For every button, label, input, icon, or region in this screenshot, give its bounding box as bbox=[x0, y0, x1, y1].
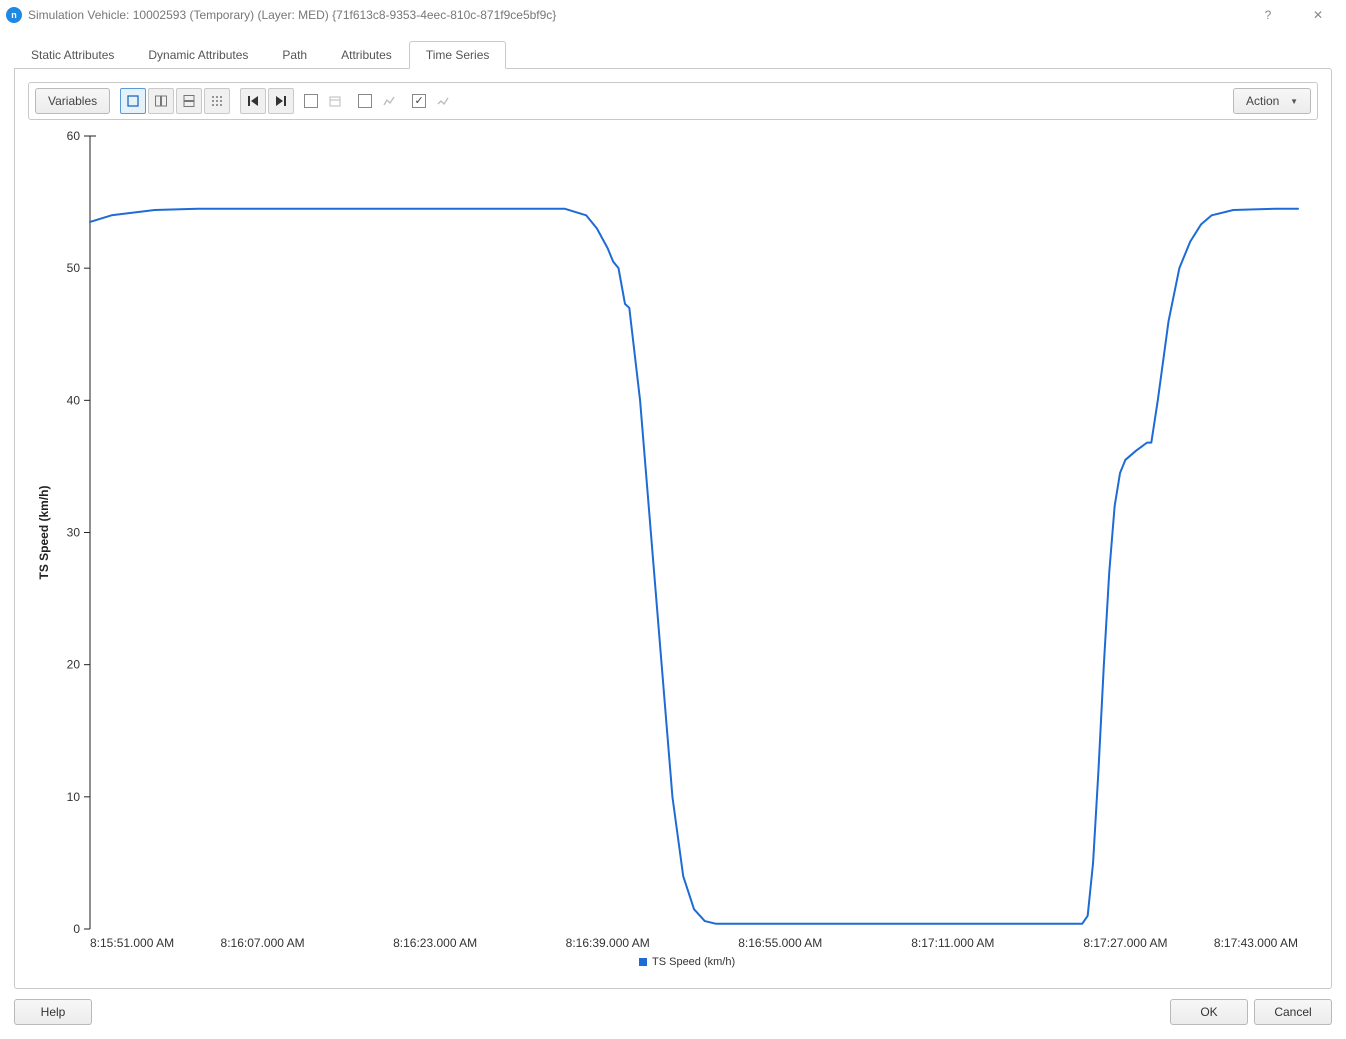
svg-text:8:15:51.000 AM: 8:15:51.000 AM bbox=[90, 936, 174, 950]
horizontal-split-icon[interactable] bbox=[148, 88, 174, 114]
svg-text:30: 30 bbox=[67, 526, 81, 540]
variables-button[interactable]: Variables bbox=[35, 88, 110, 114]
tab-strip: Static AttributesDynamic AttributesPathA… bbox=[0, 40, 1346, 68]
tab-static-attributes[interactable]: Static Attributes bbox=[14, 41, 131, 69]
svg-text:8:16:39.000 AM: 8:16:39.000 AM bbox=[566, 936, 650, 950]
svg-text:40: 40 bbox=[67, 393, 81, 407]
vertical-split-icon[interactable] bbox=[176, 88, 202, 114]
toggle-group-3: ✓ bbox=[412, 88, 456, 114]
toggle-1-checkbox[interactable] bbox=[304, 94, 318, 108]
last-icon[interactable] bbox=[268, 88, 294, 114]
tab-time-series[interactable]: Time Series bbox=[409, 41, 507, 69]
svg-text:20: 20 bbox=[67, 658, 81, 672]
cancel-button[interactable]: Cancel bbox=[1254, 999, 1332, 1025]
svg-text:60: 60 bbox=[67, 129, 81, 143]
svg-text:0: 0 bbox=[73, 922, 80, 936]
single-view-icon[interactable] bbox=[120, 88, 146, 114]
dialog-footer: Help OK Cancel bbox=[0, 989, 1346, 1039]
ok-button[interactable]: OK bbox=[1170, 999, 1248, 1025]
toggle-3-checkbox[interactable]: ✓ bbox=[412, 94, 426, 108]
svg-text:TS Speed (km/h): TS Speed (km/h) bbox=[37, 485, 51, 579]
line-chart-2-icon[interactable] bbox=[430, 88, 456, 114]
svg-text:8:16:23.000 AM: 8:16:23.000 AM bbox=[393, 936, 477, 950]
help-button[interactable]: ? bbox=[1246, 0, 1290, 30]
chart-area: 0 10 20 30 40 50 60 8:15:51.000 AM 8:16:07.000 A… bbox=[28, 124, 1318, 975]
svg-text:8:17:27.000 AM: 8:17:27.000 AM bbox=[1083, 936, 1167, 950]
close-button[interactable]: ✕ bbox=[1296, 0, 1340, 30]
chart-toolbar: Variables bbox=[28, 82, 1318, 120]
svg-text:TS Speed (km/h): TS Speed (km/h) bbox=[652, 956, 735, 968]
nav-icon-group bbox=[240, 88, 294, 114]
toggle-2-checkbox[interactable] bbox=[358, 94, 372, 108]
calendar-icon[interactable] bbox=[322, 88, 348, 114]
svg-text:8:17:11.000 AM: 8:17:11.000 AM bbox=[911, 936, 994, 950]
tab-attributes[interactable]: Attributes bbox=[324, 41, 409, 69]
tab-path[interactable]: Path bbox=[265, 41, 324, 69]
app-icon: n bbox=[6, 7, 22, 23]
chevron-down-icon: ▼ bbox=[1290, 97, 1298, 106]
line-chart-icon[interactable] bbox=[376, 88, 402, 114]
grid-view-icon[interactable] bbox=[204, 88, 230, 114]
window-title: Simulation Vehicle: 10002593 (Temporary)… bbox=[28, 8, 1240, 22]
tab-panel-time-series: Variables bbox=[14, 68, 1332, 989]
titlebar: n Simulation Vehicle: 10002593 (Temporar… bbox=[0, 0, 1346, 30]
line-chart: 0 10 20 30 40 50 60 8:15:51.000 AM 8:16:07.000 A… bbox=[28, 124, 1318, 975]
svg-text:10: 10 bbox=[67, 790, 81, 804]
tab-dynamic-attributes[interactable]: Dynamic Attributes bbox=[131, 41, 265, 69]
svg-text:50: 50 bbox=[67, 261, 81, 275]
svg-text:8:16:55.000 AM: 8:16:55.000 AM bbox=[738, 936, 822, 950]
toggle-group-1 bbox=[304, 88, 348, 114]
first-icon[interactable] bbox=[240, 88, 266, 114]
action-dropdown[interactable]: Action ▼ bbox=[1233, 88, 1311, 114]
toggle-group-2 bbox=[358, 88, 402, 114]
help-button-footer[interactable]: Help bbox=[14, 999, 92, 1025]
window-root: n Simulation Vehicle: 10002593 (Temporar… bbox=[0, 0, 1346, 1039]
action-label: Action bbox=[1246, 94, 1279, 108]
layout-icon-group bbox=[120, 88, 230, 114]
svg-text:8:17:43.000 AM: 8:17:43.000 AM bbox=[1214, 936, 1298, 950]
svg-text:8:16:07.000 AM: 8:16:07.000 AM bbox=[221, 936, 305, 950]
